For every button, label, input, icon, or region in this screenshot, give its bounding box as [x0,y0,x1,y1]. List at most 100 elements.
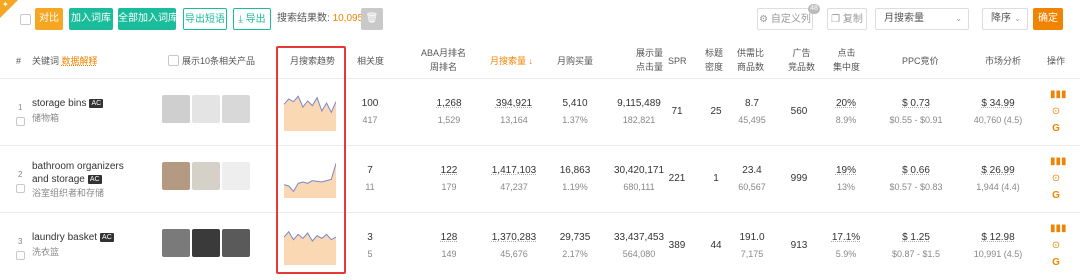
bar-chart-icon[interactable]: ▮▮▮ [1050,156,1067,168]
copy-button[interactable]: ❐ 复制 [827,8,867,30]
product-thumbnail[interactable] [222,95,250,123]
product-thumbnail[interactable] [192,162,220,190]
ppc-range: $0.57 - $0.83 [889,182,943,192]
product-thumbnail[interactable] [192,229,220,257]
aba-rank-label: ABA月排名 [421,48,467,58]
keyword-translation: 洗衣篮 [32,247,60,257]
ad-products-value: 913 [790,240,808,251]
ppc-value[interactable]: $ 0.73 [880,97,952,111]
aba-rank-value[interactable]: 122 [418,164,480,178]
click-concentration-value[interactable]: 17.1% [826,231,866,245]
column-monthly-search[interactable]: 月搜索量 ↓ [490,54,533,68]
data-explain-link[interactable]: 数据解释 [62,56,98,66]
custom-columns-button[interactable]: ⚙ 自定义列 [757,8,813,30]
click-concentration-sub: 13% [836,182,855,192]
market-price-value[interactable]: $ 26.99 [966,164,1030,178]
product-thumbnail[interactable] [162,95,190,123]
column-spr[interactable]: SPR [668,54,687,68]
row-checkbox[interactable] [16,184,25,193]
keyword[interactable]: storage bins AC [32,97,132,110]
sort-field-value: 月搜索量 [884,13,924,24]
sort-field-select[interactable]: 月搜索量 ⌄ [875,8,969,30]
monthly-search-value[interactable]: 1,370,283 [484,231,544,245]
impressions-value: 30,420,171 [613,165,665,176]
ppc-value[interactable]: $ 1.25 [880,231,952,245]
select-all-checkbox[interactable] [20,14,31,25]
market-price-value[interactable]: $ 34.99 [966,97,1030,111]
column-keyword: 关键词 数据解释 [32,54,98,68]
column-ad-products[interactable]: 广告 竞品数 [788,46,815,74]
column-keyword-label: 关键词 [32,56,60,66]
custom-columns-badge: 48 [808,4,820,14]
export-button[interactable]: ⤓ 导出 [233,8,271,30]
sort-desc-icon: ↓ [528,56,534,66]
click-concentration-value[interactable]: 19% [826,164,866,178]
monthly-purchase-value: 16,863 [559,165,591,176]
confirm-button[interactable]: 确定 [1033,8,1063,30]
column-ppc[interactable]: PPC竞价 [902,54,939,68]
keyword[interactable]: laundry basket AC [32,231,132,244]
column-impressions[interactable]: 展示量 点击量 [636,46,663,74]
aba-rank-value[interactable]: 1,268 [418,97,480,111]
column-relevance[interactable]: 相关度 [357,54,384,68]
product-count-value: 7,175 [740,249,764,259]
result-count: 10,095 [332,13,364,24]
more-icon[interactable]: ⊙ [1050,106,1062,118]
clicks-value: 182,821 [622,115,656,125]
compare-button[interactable]: 对比 [35,8,63,30]
clicks-label: 点击量 [636,62,664,72]
custom-columns-label: 自定义列 [770,14,811,25]
add-all-to-list-button[interactable]: 全部加入词库 [118,8,178,30]
impressions-value: 33,437,453 [613,232,665,243]
export-label: 导出 [245,14,266,25]
column-ops: 操作 [1047,56,1066,66]
click-concentration-value[interactable]: 20% [826,97,866,111]
purchase-rate-value: 1.37% [562,115,588,125]
keyword[interactable]: bathroom organizers and storage AC [32,160,132,186]
monthly-search-value[interactable]: 1,417,103 [484,164,544,178]
monthly-search-value[interactable]: 394,921 [484,97,544,111]
bar-chart-icon[interactable]: ▮▮▮ [1050,89,1067,101]
column-supply-demand[interactable]: 供需比 商品数 [737,46,764,74]
row-index: 2 [18,170,23,179]
column-monthly-purchase[interactable]: 月购买量 [557,54,593,68]
product-thumbnail[interactable] [222,229,250,257]
search-sub-value: 47,237 [500,182,528,192]
column-click-concentration[interactable]: 点击 集中度 [833,46,860,74]
column-market: 市场分析 [985,56,1022,66]
ppc-value[interactable]: $ 0.66 [880,164,952,178]
toolbar: 对比 加入词库 全部加入词库 导出短语 ⤓ 导出 搜索结果数: 10,095 🗑… [0,4,1080,32]
export-phrases-button[interactable]: 导出短语 [183,8,227,30]
market-price-value[interactable]: $ 12.98 [966,231,1030,245]
aba-rank-value[interactable]: 128 [418,231,480,245]
google-icon[interactable]: G [1050,190,1062,202]
supply-ratio-value: 191.0 [739,232,765,243]
more-icon[interactable]: ⊙ [1050,173,1062,185]
row-checkbox[interactable] [16,251,25,260]
table-row[interactable]: 3 laundry basket AC 洗衣篮 3 5 128 149 1,370,283 45,… [0,212,1080,279]
title-density-label: 标题 [705,48,724,58]
product-thumbnail[interactable] [162,162,190,190]
add-to-list-button[interactable]: 加入词库 [69,8,113,30]
table-row[interactable]: 2 bathroom organizers and storage AC 浴室组织者和… [0,145,1080,212]
row-checkbox[interactable] [16,117,25,126]
column-aba-rank[interactable]: ABA月排名 周排名 [421,46,466,74]
delete-button[interactable]: 🗑 [361,8,383,30]
click-concentration-label-2: 集中度 [833,62,861,72]
column-title-density[interactable]: 标题 密度 [705,46,723,74]
bar-chart-icon[interactable]: ▮▮▮ [1050,223,1067,235]
product-thumbnail[interactable] [222,162,250,190]
table-row[interactable]: 1 storage bins AC 储物箱 100 417 1,268 1,529 394,92… [0,78,1080,145]
google-icon[interactable]: G [1050,123,1062,135]
keyword-text: storage bins [32,98,87,109]
product-count-label: 商品数 [737,62,765,72]
download-icon: ⤓ [238,14,243,25]
product-thumbnail[interactable] [162,229,190,257]
more-icon[interactable]: ⊙ [1050,240,1062,252]
google-icon[interactable]: G [1050,257,1062,269]
title-density-value: 44 [710,240,722,251]
product-thumbnail[interactable] [192,95,220,123]
week-rank-value: 149 [441,249,457,259]
sort-order-select[interactable]: 降序 ⌄ [982,8,1028,30]
show-products-checkbox[interactable] [168,55,179,66]
